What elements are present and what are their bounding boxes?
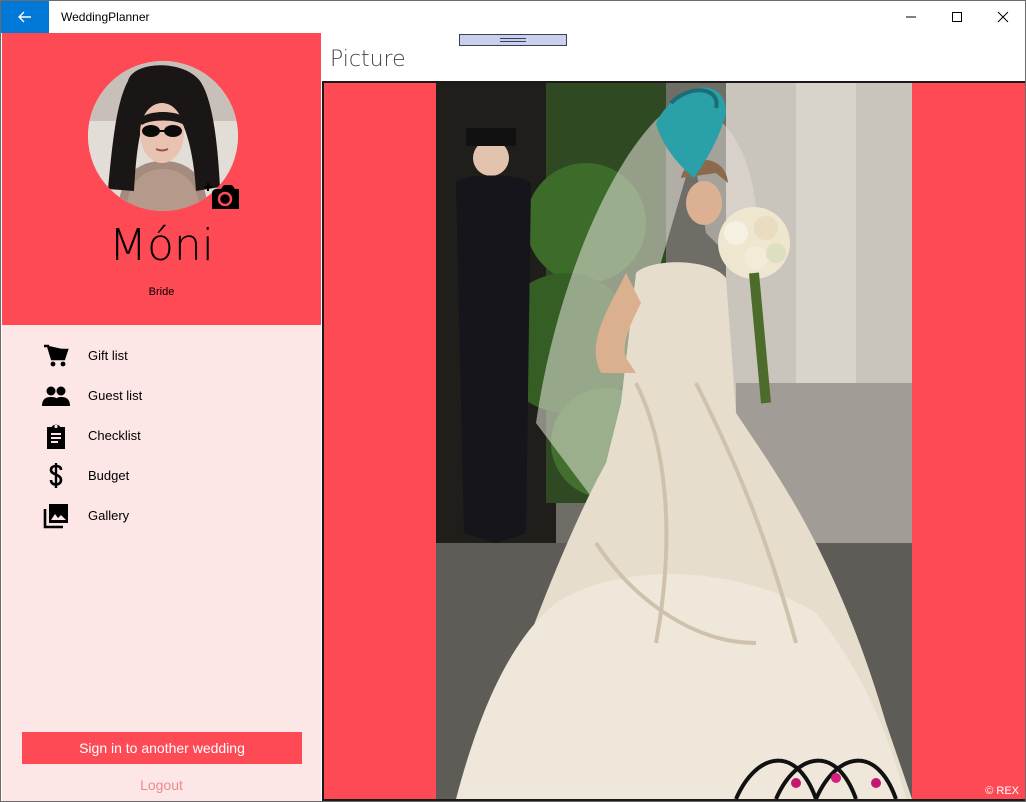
nav-label-budget: Budget xyxy=(88,468,130,483)
nav-item-budget[interactable]: Budget xyxy=(2,456,321,496)
grip-line xyxy=(500,38,526,39)
app-title: WeddingPlanner xyxy=(61,10,150,24)
arrow-left-icon xyxy=(18,11,31,23)
profile-role: Bride xyxy=(148,286,175,298)
drag-handle[interactable] xyxy=(459,34,567,46)
close-icon xyxy=(997,11,1009,23)
page-title: Picture xyxy=(330,47,406,72)
nav-label-gift-list: Gift list xyxy=(88,348,128,363)
grip-line xyxy=(500,41,526,42)
profile-header: Móni Bride xyxy=(2,33,321,325)
gallery-icon xyxy=(42,504,70,529)
camera-plus-icon xyxy=(204,183,239,209)
nav-label-guest-list: Guest list xyxy=(88,388,143,403)
dollar-icon xyxy=(42,463,70,488)
nav-item-checklist[interactable]: Checklist xyxy=(2,416,321,456)
add-photo-button[interactable] xyxy=(204,179,242,211)
picture-frame: © REX xyxy=(322,81,1025,801)
maximize-icon xyxy=(952,12,962,22)
main-content: Picture © REX xyxy=(321,33,1025,801)
nav-item-gift-list[interactable]: Gift list xyxy=(2,336,321,376)
app-window: WeddingPlanner Móni Bride Gift list Gues… xyxy=(0,0,1026,802)
nav-item-gallery[interactable]: Gallery xyxy=(2,496,321,536)
maximize-button[interactable] xyxy=(934,1,980,33)
nav-item-guest-list[interactable]: Guest list xyxy=(2,376,321,416)
photo-watermark: © REX xyxy=(985,785,1019,797)
wedding-photo xyxy=(436,83,912,799)
nav-label-gallery: Gallery xyxy=(88,508,130,523)
people-icon xyxy=(42,384,70,408)
sidebar: Móni Bride Gift list Guest list Checklis… xyxy=(2,33,321,801)
nav-menu: Gift list Guest list Checklist Budget Ga… xyxy=(2,336,321,536)
cart-icon xyxy=(42,344,70,368)
logout-link[interactable]: Logout xyxy=(2,777,321,793)
nav-label-checklist: Checklist xyxy=(88,428,141,443)
sign-in-another-wedding-button[interactable]: Sign in to another wedding xyxy=(22,732,302,764)
minimize-button[interactable] xyxy=(888,1,934,33)
minimize-icon xyxy=(906,16,916,18)
back-button[interactable] xyxy=(1,1,49,33)
title-bar: WeddingPlanner xyxy=(1,1,1025,33)
profile-name: Móni xyxy=(109,220,214,271)
close-button[interactable] xyxy=(980,1,1025,33)
clipboard-icon xyxy=(42,424,70,449)
